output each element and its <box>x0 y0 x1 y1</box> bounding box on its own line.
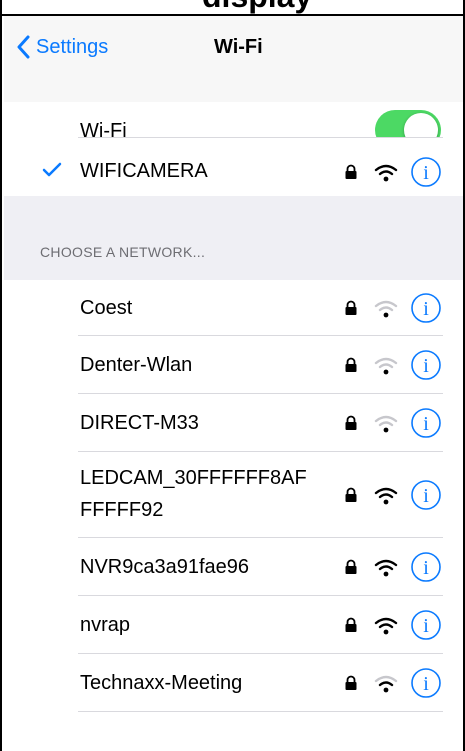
lock-icon <box>345 617 357 632</box>
lock-icon <box>345 300 357 315</box>
svg-text:i: i <box>423 355 429 377</box>
network-name: NVR9ca3a91fae96 <box>80 556 250 578</box>
network-name: Denter-Wlan <box>80 354 193 376</box>
connected-network-name: WIFICAMERA <box>80 160 208 182</box>
svg-text:i: i <box>423 557 429 579</box>
network-row[interactable]: Coest i <box>4 280 463 336</box>
lock-icon <box>345 487 357 502</box>
lock-icon <box>345 559 357 574</box>
divider <box>78 711 443 712</box>
network-name-line: FFFFF92 <box>80 499 164 521</box>
network-row[interactable]: LEDCAM_30FFFFFF8AF FFFFF92 i <box>4 452 463 538</box>
lock-icon <box>345 675 357 690</box>
network-name: Technaxx-Meeting <box>80 672 243 694</box>
info-icon[interactable]: i <box>410 667 442 699</box>
wifi-icon <box>374 487 398 505</box>
info-icon[interactable]: i <box>410 407 442 439</box>
back-label: Settings <box>36 35 109 58</box>
svg-text:i: i <box>423 673 429 695</box>
page-title: Wi-Fi <box>214 36 263 58</box>
screenshot-frame: display Settings Wi-Fi Wi-Fi WIFICAMERA <box>0 0 465 751</box>
wifi-icon <box>374 559 398 577</box>
wifi-icon <box>374 164 398 182</box>
svg-text:i: i <box>423 615 429 637</box>
svg-text:i: i <box>423 162 429 184</box>
svg-text:i: i <box>423 298 429 320</box>
nav-bar: Settings Wi-Fi <box>4 16 463 103</box>
chevron-left-icon <box>17 35 30 59</box>
network-name: LEDCAM_30FFFFFF8AF FFFFF92 <box>80 462 307 526</box>
network-name-line: LEDCAM_30FFFFFF8AF <box>80 467 307 489</box>
svg-text:i: i <box>423 413 429 435</box>
network-row[interactable]: NVR9ca3a91fae96 i <box>4 538 463 596</box>
network-row[interactable]: nvrap i <box>4 596 463 654</box>
lock-icon <box>345 357 357 372</box>
info-icon[interactable]: i <box>410 479 442 511</box>
wifi-icon <box>374 357 398 375</box>
checkmark-icon <box>42 162 62 177</box>
info-icon[interactable]: i <box>410 609 442 641</box>
svg-text:i: i <box>423 485 429 507</box>
info-icon[interactable]: i <box>410 156 442 188</box>
wifi-icon <box>374 617 398 635</box>
caption-fragment: display <box>202 0 312 14</box>
section-gap <box>4 196 463 280</box>
wifi-icon <box>374 415 398 433</box>
network-row[interactable]: DIRECT-M33 i <box>4 394 463 452</box>
network-row[interactable]: Technaxx-Meeting i <box>4 654 463 712</box>
wifi-icon <box>374 675 398 693</box>
back-button[interactable]: Settings <box>16 32 108 62</box>
network-name: Coest <box>80 297 133 319</box>
wifi-icon <box>374 300 398 318</box>
lock-icon <box>345 164 357 179</box>
network-name: DIRECT-M33 <box>80 412 199 434</box>
info-icon[interactable]: i <box>410 551 442 583</box>
network-row[interactable]: Denter-Wlan i <box>4 336 463 394</box>
info-icon[interactable]: i <box>410 349 442 381</box>
network-name: nvrap <box>80 614 131 636</box>
caption-strip: display <box>2 0 463 16</box>
info-icon[interactable]: i <box>410 292 442 324</box>
lock-icon <box>345 415 357 430</box>
section-header: CHOOSE A NETWORK... <box>40 244 206 260</box>
connected-network-row[interactable]: WIFICAMERA i <box>4 138 463 196</box>
